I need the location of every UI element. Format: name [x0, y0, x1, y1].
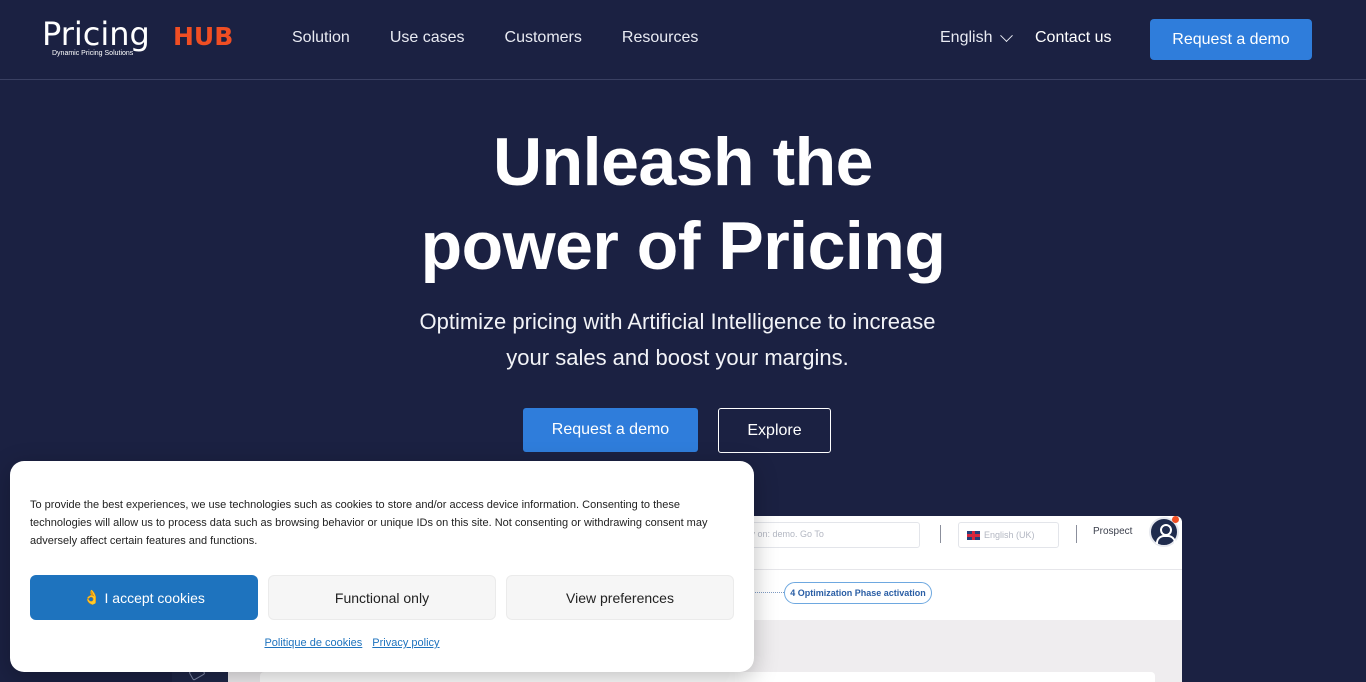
logo-hub: HUB: [173, 22, 234, 51]
logo-wordmark: Pricing: [42, 15, 150, 53]
hero-title-line-2: power of Pricing: [420, 208, 946, 284]
preview-role-label: Prospect: [1093, 526, 1133, 537]
preview-language-select: English (UK): [958, 522, 1059, 548]
nav-resources[interactable]: Resources: [622, 29, 698, 47]
pricinghub-logo[interactable]: Pricing HUB Dynamic Pricing Solutions: [42, 15, 242, 60]
site-header: Pricing HUB Dynamic Pricing Solutions So…: [0, 0, 1366, 80]
preview-search-field: ntly on: demo. Go To: [732, 522, 920, 548]
main-nav: Solution Use cases Customers Resources: [292, 29, 698, 47]
preview-card: [260, 672, 1155, 682]
cookie-message: To provide the best experiences, we use …: [30, 499, 708, 547]
hero-title: Unleash the power of Pricing: [383, 120, 983, 288]
ok-hand-icon: 👌: [83, 589, 101, 605]
cookie-policy-link[interactable]: Politique de cookies: [264, 637, 362, 649]
page: Pricing HUB Dynamic Pricing Solutions So…: [0, 0, 1366, 682]
nav-solution[interactable]: Solution: [292, 29, 350, 47]
preview-divider: [1076, 525, 1077, 543]
notification-dot: [1172, 516, 1179, 523]
nav-customers[interactable]: Customers: [505, 29, 582, 47]
language-label: English: [940, 29, 993, 46]
hero-title-line-1: Unleash the: [493, 124, 873, 200]
accept-cookies-button[interactable]: 👌 I accept cookies: [30, 575, 258, 620]
hero-subtitle-line-1: Optimize pricing with Artificial Intelli…: [419, 309, 936, 334]
functional-only-button[interactable]: Functional only: [268, 575, 496, 620]
logo-tagline: Dynamic Pricing Solutions: [52, 50, 134, 57]
cookie-banner: To provide the best experiences, we use …: [10, 461, 754, 672]
request-demo-button-header[interactable]: Request a demo: [1150, 19, 1312, 60]
request-demo-button-hero[interactable]: Request a demo: [523, 408, 698, 452]
view-preferences-button[interactable]: View preferences: [506, 575, 734, 620]
accept-cookies-label: I accept cookies: [104, 589, 205, 606]
preview-language-label: English (UK): [984, 530, 1035, 540]
preview-step-connector: [752, 592, 784, 593]
cookie-links: Politique de cookies Privacy policy: [0, 637, 724, 649]
hero-subtitle-line-2: your sales and boost your margins.: [506, 345, 849, 370]
chevron-down-icon: [1000, 28, 1014, 42]
nav-use-cases[interactable]: Use cases: [390, 29, 465, 47]
explore-button[interactable]: Explore: [718, 408, 831, 453]
preview-step-pill: 4 Optimization Phase activation: [784, 582, 932, 604]
hero-subtitle: Optimize pricing with Artificial Intelli…: [400, 304, 955, 376]
language-selector[interactable]: English: [940, 28, 1014, 47]
privacy-policy-link[interactable]: Privacy policy: [372, 637, 439, 649]
uk-flag-icon: [967, 530, 980, 540]
contact-link[interactable]: Contact us: [1035, 29, 1111, 47]
preview-divider: [940, 525, 941, 543]
